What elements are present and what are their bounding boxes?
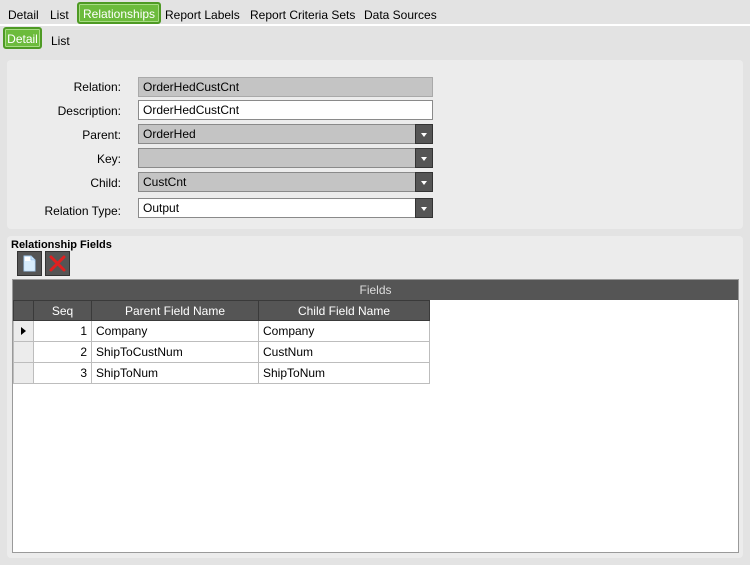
parent-dropdown-button[interactable] [415, 124, 433, 144]
key-dropdown[interactable] [138, 148, 433, 168]
relation-type-dropdown-button[interactable] [415, 198, 433, 218]
detail-form-panel: Relation: OrderHedCustCnt Description: O… [7, 60, 743, 229]
table-row[interactable]: 3 ShipToNum ShipToNum [13, 362, 430, 384]
top-tab-bar: Detail List Relationships Report Labels … [0, 0, 750, 26]
chevron-down-icon [421, 207, 427, 211]
key-dropdown-button[interactable] [415, 148, 433, 168]
subtab-detail[interactable]: Detail [3, 27, 42, 49]
chevron-down-icon [421, 133, 427, 137]
child-dropdown[interactable]: CustCnt [138, 172, 433, 192]
delete-field-button[interactable] [45, 251, 70, 276]
tab-report-labels[interactable]: Report Labels [165, 8, 240, 22]
parent-dropdown[interactable]: OrderHed [138, 124, 433, 144]
cell-parent-field[interactable]: ShipToNum [91, 362, 259, 384]
cell-seq[interactable]: 2 [33, 341, 92, 363]
cell-child-field[interactable]: ShipToNum [258, 362, 430, 384]
new-document-icon [23, 255, 36, 272]
row-indicator [13, 341, 34, 363]
relation-type-value: Output [143, 201, 180, 215]
parent-label: Parent: [82, 128, 121, 142]
child-label: Child: [90, 176, 121, 190]
row-indicator-header [13, 300, 34, 321]
delete-icon [49, 255, 66, 272]
chevron-down-icon [421, 181, 427, 185]
child-value: CustCnt [143, 175, 187, 189]
tab-relationships[interactable]: Relationships [77, 2, 162, 24]
child-dropdown-button[interactable] [415, 172, 433, 192]
cell-seq[interactable]: 3 [33, 362, 92, 384]
chevron-down-icon [421, 157, 427, 161]
tab-data-sources[interactable]: Data Sources [364, 8, 437, 22]
relationship-fields-panel: Relationship Fields Fields Seq Parent Fi… [7, 236, 743, 558]
description-label: Description: [57, 104, 121, 118]
key-label: Key: [96, 152, 121, 166]
sub-tab-bar: Detail List [0, 26, 750, 50]
subtab-list[interactable]: List [51, 34, 70, 48]
relation-type-dropdown[interactable]: Output [138, 198, 433, 218]
relation-label: Relation: [73, 80, 121, 94]
grid-title: Fields [13, 280, 738, 300]
relationship-fields-title: Relationship Fields [11, 239, 112, 251]
row-indicator [13, 320, 34, 342]
col-header-parent-field[interactable]: Parent Field Name [91, 300, 259, 321]
parent-value: OrderHed [143, 127, 196, 141]
relation-type-label: Relation Type: [44, 204, 122, 218]
cell-seq[interactable]: 1 [33, 320, 92, 342]
current-row-arrow-icon [21, 327, 26, 335]
fields-grid: Fields Seq Parent Field Name Child Field… [12, 279, 739, 553]
relation-field: OrderHedCustCnt [138, 77, 433, 97]
table-row[interactable]: 2 ShipToCustNum CustNum [13, 341, 430, 363]
tab-list[interactable]: List [50, 8, 69, 22]
fields-table: Seq Parent Field Name Child Field Name 1… [13, 300, 430, 384]
cell-child-field[interactable]: CustNum [258, 341, 430, 363]
table-row[interactable]: 1 Company Company [13, 320, 430, 342]
cell-parent-field[interactable]: ShipToCustNum [91, 341, 259, 363]
description-field[interactable]: OrderHedCustCnt [138, 100, 433, 120]
col-header-child-field[interactable]: Child Field Name [258, 300, 430, 321]
tab-detail[interactable]: Detail [8, 8, 39, 22]
new-field-button[interactable] [17, 251, 42, 276]
col-header-seq[interactable]: Seq [33, 300, 92, 321]
tab-report-criteria-sets[interactable]: Report Criteria Sets [250, 8, 355, 22]
cell-parent-field[interactable]: Company [91, 320, 259, 342]
row-indicator [13, 362, 34, 384]
cell-child-field[interactable]: Company [258, 320, 430, 342]
